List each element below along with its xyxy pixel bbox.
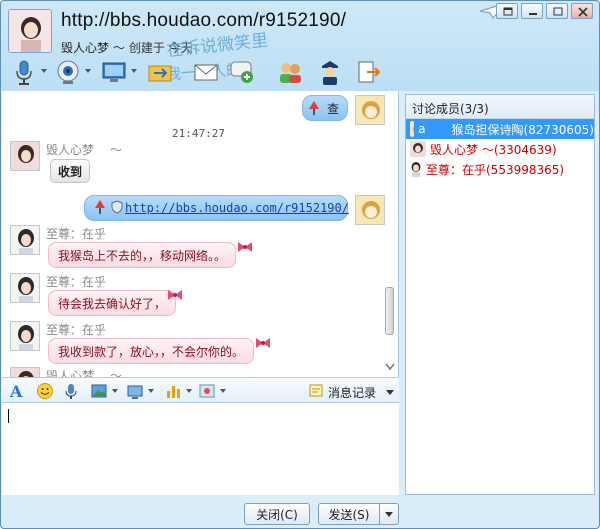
history-icon (308, 383, 324, 402)
send-button[interactable]: 发送(S) (318, 503, 380, 525)
sender-avatar[interactable] (10, 367, 40, 377)
members-header: 讨论成员(3/3) (406, 95, 594, 119)
camera-icon[interactable] (53, 57, 83, 87)
message-text: 我猴岛上不去的，，移动网络。。 (58, 248, 227, 263)
message-input[interactable] (2, 403, 399, 495)
sender-name: 至尊：在乎 (46, 275, 107, 289)
font-icon[interactable]: A (8, 382, 26, 401)
message-bubble-outgoing: 查 (302, 95, 348, 121)
member-name: 猴岛担保诗陶(82730605) (451, 122, 594, 137)
message-bubble-incoming: 我猴岛上不去的，，移动网络。。 (48, 242, 237, 268)
member-item[interactable]: 至尊：在乎(553998365) (406, 159, 594, 179)
maximize-button[interactable] (546, 3, 568, 19)
group-avatar[interactable] (8, 9, 52, 53)
member-avatar (410, 141, 426, 157)
screenshot-icon[interactable] (126, 382, 144, 400)
group-icon[interactable] (275, 57, 305, 87)
send-options-button[interactable] (379, 503, 399, 525)
chevron-down-icon (385, 511, 393, 517)
emoji-icon[interactable] (36, 382, 54, 400)
sender-avatar[interactable] (10, 141, 40, 171)
sender-name: 毁人心梦 (46, 369, 95, 377)
bottom-bar: 关闭(C) 发送(S) (2, 495, 599, 528)
chat-window: http://bbs.houdao.com/r9152190/ 毁人心梦 ～ 创… (0, 0, 600, 529)
police-icon[interactable] (315, 57, 345, 87)
message-text: 查 (326, 101, 339, 116)
message-text: 我收到款了，放心，，不会尔你的。 (58, 344, 245, 359)
minimize-button[interactable] (521, 3, 543, 19)
member-avatar (410, 121, 415, 137)
exit-icon[interactable] (353, 57, 383, 87)
window-controls (496, 3, 593, 19)
close-button-label: 关闭(C) (256, 507, 298, 522)
text-caret (8, 409, 9, 423)
bow-icon (254, 335, 272, 354)
message-bubble-outgoing: http://bbs.houdao.com/r9152190/ (84, 195, 349, 221)
scroll-down-icon[interactable] (385, 363, 395, 374)
message-text: 收到 (58, 164, 83, 179)
message-link[interactable]: http://bbs.houdao.com/r9152190/ (125, 201, 349, 215)
close-button[interactable] (571, 3, 593, 19)
input-toolbar: A 消息记录 (2, 377, 399, 403)
voice-message-icon[interactable] (62, 382, 80, 400)
screen-share-icon[interactable] (99, 57, 129, 87)
sender-avatar[interactable] (10, 225, 40, 255)
bow-icon (166, 287, 184, 306)
self-avatar[interactable] (355, 195, 385, 225)
member-avatar (410, 161, 422, 177)
sender-name: 至尊：在乎 (46, 227, 107, 241)
member-name: 毁人心梦 ～(3304639) (430, 142, 557, 157)
svg-text:A: A (9, 382, 23, 400)
message-bubble-incoming: 收到 (50, 159, 91, 183)
pin-icon (307, 100, 321, 119)
skin-icon[interactable] (496, 3, 518, 19)
chevron-down-icon (386, 390, 395, 395)
pin-icon (93, 199, 107, 218)
sender-name: 毁人心梦 (46, 143, 95, 157)
scrollbar-thumb[interactable] (385, 287, 394, 335)
shield-icon (111, 199, 123, 217)
message-history-button[interactable]: 消息记录 (308, 383, 395, 402)
member-item[interactable]: a 猴岛担保诗陶(82730605) (406, 119, 594, 139)
message-bubble-incoming: 我收到款了，放心，，不会尔你的。 (48, 338, 255, 364)
magic-emoticon-icon[interactable] (198, 382, 216, 400)
image-icon[interactable] (90, 382, 108, 400)
window-title: http://bbs.houdao.com/r9152190/ (61, 10, 347, 31)
contact-name: 毁人心梦 (61, 41, 110, 55)
file-transfer-icon[interactable] (145, 57, 175, 87)
message-text: 待会我去确认好了， (58, 296, 167, 311)
close-chat-button[interactable]: 关闭(C) (244, 503, 310, 525)
main-toolbar (9, 57, 389, 91)
microphone-icon[interactable] (9, 57, 39, 87)
bow-icon (236, 239, 254, 258)
chat-add-icon[interactable] (227, 57, 257, 87)
message-bubble-incoming: 待会我去确认好了， (48, 290, 177, 316)
self-avatar[interactable] (355, 95, 385, 125)
history-label: 消息记录 (328, 386, 377, 400)
member-name: 至尊：在乎(553998365) (426, 162, 565, 177)
sender-name: 至尊：在乎 (46, 323, 107, 337)
message-timestamp: 21:47:27 (172, 127, 225, 140)
sender-avatar[interactable] (10, 321, 40, 351)
send-button-label: 发送(S) (328, 507, 370, 522)
sender-signature: ～ (110, 143, 123, 157)
message-history[interactable]: 查 21:47:27 毁人心梦 ～ 收到 http://bbs.houdao.c… (2, 91, 399, 377)
sender-signature: ～ (110, 369, 123, 377)
mail-icon[interactable] (191, 57, 221, 87)
member-item[interactable]: 毁人心梦 ～(3304639) (406, 139, 594, 159)
music-icon[interactable] (164, 382, 182, 400)
sender-avatar[interactable] (10, 273, 40, 303)
member-prefix: a (418, 122, 426, 136)
members-panel: 讨论成员(3/3) a 猴岛担保诗陶(82730605) 毁人心梦 ～(3304… (405, 94, 595, 495)
